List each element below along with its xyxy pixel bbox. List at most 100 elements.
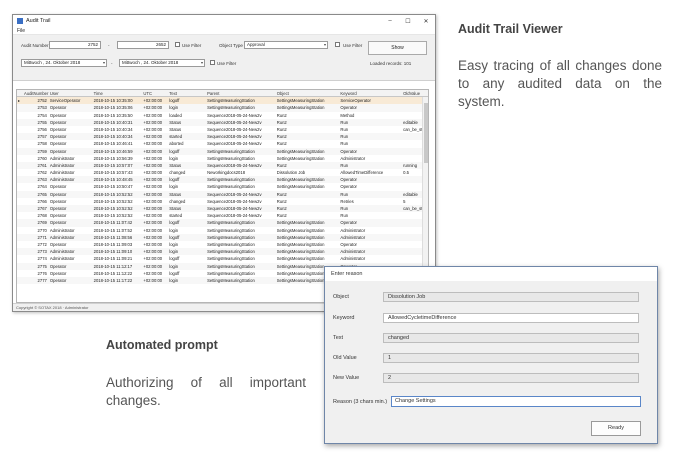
table-cell: Operator [49, 105, 67, 111]
table-cell: AllowedTimeDifference [340, 170, 384, 176]
table-cell: logoff [169, 256, 180, 262]
audit-number-from-input[interactable]: 2752 [49, 41, 101, 49]
table-cell: +02:00:00 [143, 119, 163, 125]
table-row[interactable]: 2758 Operator 2018-10-15 10:46:41 +02:00:00… [17, 140, 428, 147]
table-cell: +02:00:00 [143, 126, 163, 132]
table-cell: SettingsMeasuringStation [276, 105, 325, 111]
table-row[interactable]: 2774 Administrator 2018-10-15 11:09:21 +02:… [17, 255, 428, 262]
table-cell: SettingsMeasuringStation [207, 241, 255, 247]
column-header[interactable]: Time [93, 90, 143, 96]
column-header[interactable]: OldValue [402, 90, 428, 96]
table-row[interactable]: 2772 Operator 2018-10-15 11:09:03 +02:00:00… [17, 241, 428, 248]
table-row[interactable]: 2763 Administrator 2018-10-15 10:48:45 +02:… [17, 176, 428, 184]
object-type-use-filter-checkbox[interactable] [335, 42, 340, 47]
table-row[interactable]: 2761 Administrator 2018-10-15 10:57:07 +02:… [17, 161, 428, 170]
table-cell: Operator [49, 277, 67, 283]
table-cell: 2018-10-15 11:09:03 [93, 241, 133, 247]
table-cell: SettingsMeasuringStation [207, 263, 255, 269]
table-cell: Run [340, 213, 349, 219]
ready-button[interactable]: Ready [591, 421, 641, 436]
table-cell: SettingsMeasuringStation [276, 98, 325, 104]
table-cell: changed [169, 170, 186, 176]
table-row[interactable]: 2765 Operator 2018-10-15 10:52:52 +02:00:00… [17, 190, 428, 198]
old-value-label: Old Value [333, 355, 357, 361]
table-cell: Run [340, 134, 349, 140]
table-cell: 2771 [37, 234, 47, 240]
table-cell: +02:00:00 [143, 206, 163, 211]
minimize-icon[interactable]: – [381, 18, 399, 24]
text-label: Text [333, 335, 344, 341]
date-to-picker[interactable]: Mittwoch , 24. Oktober 2018 ▾ [119, 59, 205, 67]
table-row[interactable]: 2759 Operator 2018-10-15 10:46:59 +02:00:00… [17, 147, 428, 155]
table-row[interactable]: 2762 Administrator 2018-10-15 10:57:43 +02:… [17, 169, 428, 176]
column-header[interactable]: Parent [206, 90, 276, 96]
table-row[interactable]: 2757 Operator 2018-10-15 10:40:34 +02:00:00… [17, 133, 428, 141]
date-from-picker[interactable]: Mittwoch , 24. Oktober 2018 ▾ [21, 59, 107, 67]
table-cell: 2018-10-15 11:07:52 [93, 227, 133, 233]
date-use-filter-checkbox[interactable] [210, 60, 215, 65]
table-cell: logoff [169, 220, 180, 226]
table-cell: Administrator [340, 155, 366, 161]
show-button[interactable]: Show [368, 41, 427, 55]
column-header[interactable]: User [49, 90, 93, 96]
table-cell: +02:00:00 [143, 170, 163, 176]
object-type-select[interactable]: Approval ▾ [244, 41, 328, 49]
table-cell: 2767 [37, 206, 47, 211]
table-cell: 2761 [37, 162, 47, 168]
menu-file[interactable]: File [17, 28, 25, 34]
table-row[interactable]: 2768 Operator 2018-10-15 10:52:52 +02:00:00… [17, 212, 428, 219]
audit-number-to-input[interactable]: 2652 [117, 41, 169, 49]
table-row[interactable]: ▸ 2752 ServiceOperator 2018-10-15 10:35:00 +… [17, 97, 428, 105]
maximize-icon[interactable]: ☐ [399, 18, 417, 25]
table-cell: login [169, 263, 179, 269]
table-cell: 2018-10-15 10:40:34 [93, 126, 133, 132]
new-value-field: 2 [383, 373, 639, 383]
object-type-label: Object Type [219, 43, 243, 48]
table-cell: SettingsMeasuringStation [276, 234, 325, 240]
table-row[interactable]: 2770 Administrator 2018-10-15 11:07:52 +02:… [17, 227, 428, 234]
table-cell: SettingsMeasuringStation [276, 148, 325, 154]
table-row[interactable]: 2766 Operator 2018-10-15 10:52:52 +02:00:00… [17, 198, 428, 205]
close-icon[interactable]: ✕ [417, 18, 435, 25]
table-cell: 2018-10-15 11:09:10 [93, 249, 133, 255]
table-row[interactable]: 2756 Operator 2018-10-15 10:40:34 +02:00:00… [17, 126, 428, 133]
table-cell: Operator [340, 220, 357, 226]
table-row[interactable]: 2767 Operator 2018-10-15 10:52:52 +02:00:00… [17, 205, 428, 213]
table-row[interactable]: 2753 Operator 2018-10-15 10:35:06 +02:00:00… [17, 104, 428, 112]
table-row[interactable]: 2771 Administrator 2018-10-15 11:08:56 +02:… [17, 233, 428, 241]
audit-number-use-filter-checkbox[interactable] [175, 42, 180, 47]
table-row[interactable]: 2760 Administrator 2018-10-15 10:56:39 +02:… [17, 155, 428, 162]
table-row[interactable]: 2773 Administrator 2018-10-15 11:09:10 +02:… [17, 248, 428, 256]
table-cell: 2752 [37, 98, 47, 104]
table-cell: aborted [169, 141, 184, 147]
table-cell: Administrator [49, 177, 75, 183]
column-header[interactable]: Object [276, 90, 340, 96]
calendar-dropdown-icon: ▾ [200, 60, 203, 65]
chevron-down-icon: ▾ [323, 42, 326, 47]
table-row[interactable]: 2754 Operator 2018-10-15 10:35:50 +02:00:00… [17, 112, 428, 119]
keyword-field: AllowedCycletimeDifference [383, 313, 639, 323]
text-field: changed [383, 333, 639, 343]
table-cell: SettingsMeasuringStation [276, 241, 325, 247]
column-header[interactable]: UTC [142, 90, 168, 96]
use-filter-label: Use Filter [182, 43, 202, 48]
table-cell: Run2 [276, 134, 287, 140]
reason-input[interactable]: Change Settings [391, 396, 641, 407]
scrollbar-thumb[interactable] [424, 103, 428, 163]
table-row[interactable]: 2764 Operator 2018-10-15 10:50:47 +02:00:00… [17, 183, 428, 190]
table-cell: 2018-10-15 10:52:52 [93, 191, 133, 197]
table-cell: 2763 [37, 177, 47, 183]
viewer-caption-body: Easy tracing of all changes done to any … [458, 58, 662, 109]
table-cell: Retries [340, 198, 354, 204]
table-cell: Operator [49, 119, 67, 125]
column-header[interactable]: AuditNumber [23, 90, 49, 96]
table-row[interactable]: 2755 Operator 2018-10-15 10:40:31 +02:00:00… [17, 118, 428, 126]
column-header[interactable]: Keyword [339, 90, 402, 96]
table-cell: Neworkingdocs2018 [207, 170, 246, 176]
table-cell: 2018-10-15 10:46:41 [93, 141, 133, 147]
table-cell: started [169, 134, 183, 140]
table-cell: SettingsMeasuringStation [276, 177, 325, 183]
table-row[interactable]: 2769 Operator 2018-10-15 11:07:42 +02:00:00… [17, 219, 428, 227]
column-header[interactable]: Text [168, 90, 206, 96]
table-cell: Operator [49, 148, 67, 154]
